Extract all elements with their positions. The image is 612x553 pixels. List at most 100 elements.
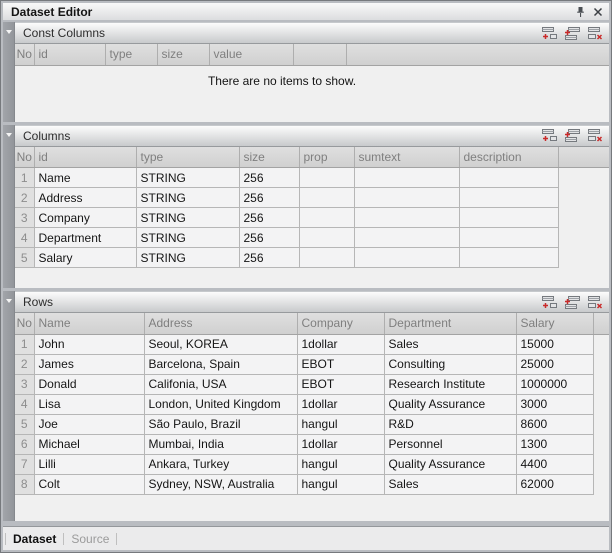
column-header-Name[interactable]: Name xyxy=(34,313,144,334)
row-number[interactable]: 4 xyxy=(15,394,34,414)
row-number[interactable]: 6 xyxy=(15,434,34,454)
collapse-section-icon[interactable] xyxy=(6,133,12,137)
column-header-size[interactable]: size xyxy=(157,44,209,65)
cell[interactable]: STRING xyxy=(136,208,239,228)
row-number[interactable]: 4 xyxy=(15,228,34,248)
insert-row-button[interactable] xyxy=(564,26,581,41)
cell[interactable]: Sydney, NSW, Australia xyxy=(144,474,297,494)
row-number[interactable]: 3 xyxy=(15,374,34,394)
column-header-value[interactable]: value xyxy=(209,44,293,65)
cell[interactable]: hangul xyxy=(297,474,384,494)
cell[interactable]: STRING xyxy=(136,168,239,188)
cell[interactable] xyxy=(354,248,459,268)
column-header-type[interactable]: type xyxy=(136,147,239,168)
cell[interactable]: 256 xyxy=(239,248,299,268)
row-number[interactable]: 1 xyxy=(15,334,34,354)
cell[interactable]: Seoul, KOREA xyxy=(144,334,297,354)
cell[interactable]: 1dollar xyxy=(297,434,384,454)
delete-row-button[interactable] xyxy=(587,128,604,143)
row-number[interactable]: 2 xyxy=(15,354,34,374)
column-header-type[interactable]: type xyxy=(105,44,157,65)
cell[interactable]: Michael xyxy=(34,434,144,454)
column-header-sumtext[interactable]: sumtext xyxy=(354,147,459,168)
column-header-Address[interactable]: Address xyxy=(144,313,297,334)
column-header-No[interactable]: No xyxy=(15,44,34,65)
cell[interactable]: 25000 xyxy=(516,354,593,374)
cell[interactable]: James xyxy=(34,354,144,374)
cell[interactable]: Joe xyxy=(34,414,144,434)
cell[interactable]: R&D xyxy=(384,414,516,434)
cell[interactable]: EBOT xyxy=(297,354,384,374)
close-button[interactable] xyxy=(589,4,606,19)
cell[interactable]: 1000000 xyxy=(516,374,593,394)
insert-row-button[interactable] xyxy=(564,295,581,310)
cell[interactable]: John xyxy=(34,334,144,354)
cell[interactable]: Salary xyxy=(34,248,136,268)
cell[interactable] xyxy=(299,248,354,268)
cell[interactable]: Barcelona, Spain xyxy=(144,354,297,374)
cell[interactable]: Donald xyxy=(34,374,144,394)
cell[interactable]: Consulting xyxy=(384,354,516,374)
cell[interactable] xyxy=(299,228,354,248)
auto-hide-pin-button[interactable] xyxy=(572,4,589,19)
delete-row-button[interactable] xyxy=(587,295,604,310)
cell[interactable]: Ankara, Turkey xyxy=(144,454,297,474)
cell[interactable]: Sales xyxy=(384,474,516,494)
cell[interactable] xyxy=(459,168,558,188)
cell[interactable]: Quality Assurance xyxy=(384,454,516,474)
row-number[interactable]: 7 xyxy=(15,454,34,474)
insert-row-button[interactable] xyxy=(564,128,581,143)
cell[interactable] xyxy=(459,248,558,268)
cell[interactable] xyxy=(459,228,558,248)
tab-dataset[interactable]: Dataset xyxy=(6,532,63,546)
append-row-button[interactable] xyxy=(541,26,558,41)
cell[interactable] xyxy=(299,168,354,188)
cell[interactable]: 256 xyxy=(239,228,299,248)
tab-source[interactable]: Source xyxy=(64,532,116,546)
cell[interactable]: hangul xyxy=(297,414,384,434)
cell[interactable]: hangul xyxy=(297,454,384,474)
cell[interactable]: Mumbai, India xyxy=(144,434,297,454)
append-row-button[interactable] xyxy=(541,295,558,310)
row-number[interactable]: 5 xyxy=(15,414,34,434)
column-header-No[interactable]: No xyxy=(15,313,34,334)
cell[interactable]: 256 xyxy=(239,188,299,208)
cell[interactable] xyxy=(354,208,459,228)
column-header-id[interactable]: id xyxy=(34,147,136,168)
cell[interactable] xyxy=(354,168,459,188)
collapse-section-icon[interactable] xyxy=(6,299,12,303)
row-number[interactable]: 5 xyxy=(15,248,34,268)
cell[interactable] xyxy=(354,188,459,208)
cell[interactable]: 1dollar xyxy=(297,394,384,414)
row-number[interactable]: 1 xyxy=(15,168,34,188)
cell[interactable]: Califonia, USA xyxy=(144,374,297,394)
cell[interactable]: 256 xyxy=(239,208,299,228)
column-header-Department[interactable]: Department xyxy=(384,313,516,334)
append-row-button[interactable] xyxy=(541,128,558,143)
cell[interactable]: 62000 xyxy=(516,474,593,494)
delete-row-button[interactable] xyxy=(587,26,604,41)
row-number[interactable]: 2 xyxy=(15,188,34,208)
cell[interactable]: Research Institute xyxy=(384,374,516,394)
column-header-No[interactable]: No xyxy=(15,147,34,168)
collapse-section-icon[interactable] xyxy=(6,30,12,34)
cell[interactable]: 1dollar xyxy=(297,334,384,354)
column-header-Company[interactable]: Company xyxy=(297,313,384,334)
cell[interactable]: 3000 xyxy=(516,394,593,414)
cell[interactable]: 8600 xyxy=(516,414,593,434)
cell[interactable] xyxy=(299,188,354,208)
cell[interactable]: London, United Kingdom xyxy=(144,394,297,414)
row-number[interactable]: 8 xyxy=(15,474,34,494)
cell[interactable]: Quality Assurance xyxy=(384,394,516,414)
cell[interactable]: Department xyxy=(34,228,136,248)
cell[interactable]: Personnel xyxy=(384,434,516,454)
cell[interactable]: Colt xyxy=(34,474,144,494)
cell[interactable]: Lisa xyxy=(34,394,144,414)
cell[interactable]: 4400 xyxy=(516,454,593,474)
cell[interactable]: Address xyxy=(34,188,136,208)
column-header-size[interactable]: size xyxy=(239,147,299,168)
cell[interactable]: Lilli xyxy=(34,454,144,474)
column-header-empty[interactable] xyxy=(293,44,346,65)
cell[interactable] xyxy=(354,228,459,248)
cell[interactable]: 15000 xyxy=(516,334,593,354)
